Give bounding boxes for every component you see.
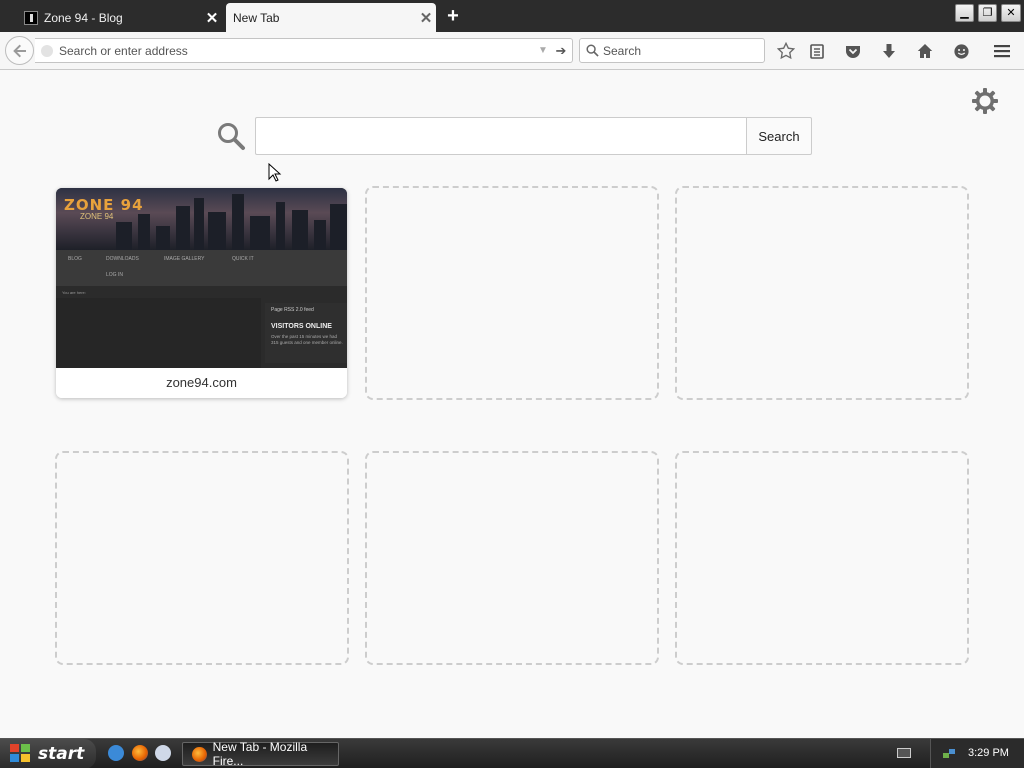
thumbnail-banner: ZONE 94 ZONE 94 xyxy=(56,188,347,250)
quicklaunch-ie-icon[interactable] xyxy=(108,745,124,761)
taskbar-window-label: New Tab - Mozilla Fire... xyxy=(212,740,308,768)
newtab-search-input[interactable] xyxy=(255,117,747,155)
thumbnail-sidebar: Page RSS 2.0 feed VISITORS ONLINE Over t… xyxy=(265,303,347,363)
top-site-tile-zone94[interactable]: ZONE 94 ZONE 94 BLOG DOWNLOADS IMAGE GAL… xyxy=(56,188,347,398)
thumbnail-sidebar-text: Over the past 15 minutes we had 315 gues… xyxy=(271,334,343,345)
thumbnail-nav-item: LOG IN xyxy=(106,272,123,278)
thumbnail-nav-item: BLOG xyxy=(68,256,82,262)
site-identity-icon[interactable] xyxy=(41,44,53,57)
zone94-favicon-icon xyxy=(24,10,38,25)
history-dropdown-icon[interactable]: ▼ xyxy=(536,45,550,56)
empty-tile-placeholder xyxy=(55,451,349,665)
tab-label: New Tab xyxy=(233,10,280,25)
site-thumbnail: ZONE 94 ZONE 94 BLOG DOWNLOADS IMAGE GAL… xyxy=(56,188,347,368)
quicklaunch-firefox-icon[interactable] xyxy=(132,745,148,761)
quicklaunch-media-player-icon[interactable] xyxy=(155,745,171,761)
restore-window-button[interactable]: ❐ xyxy=(978,4,997,22)
close-window-button[interactable]: ✕ xyxy=(1001,4,1021,22)
open-menu-hamburger-icon[interactable] xyxy=(991,40,1013,62)
thumbnail-sidebar-title: VISITORS ONLINE xyxy=(271,323,332,330)
newtab-settings-gear-icon[interactable] xyxy=(970,86,1000,116)
tab-zone94-blog[interactable]: Zone 94 - Blog ✕ xyxy=(14,3,222,32)
downloads-arrow-icon[interactable] xyxy=(878,40,900,62)
back-arrow-icon xyxy=(13,44,26,58)
empty-tile-placeholder xyxy=(365,451,659,665)
empty-tile-placeholder xyxy=(365,186,659,400)
home-icon[interactable] xyxy=(914,40,936,62)
thumbnail-breadcrumb: You are here: xyxy=(62,290,86,295)
close-tab-icon[interactable]: ✕ xyxy=(416,9,436,27)
windows-logo-icon xyxy=(10,744,32,764)
bookmarks-menu-icon[interactable] xyxy=(806,40,828,62)
thumbnail-nav-item: QUICK IT xyxy=(232,256,254,262)
tab-strip: Zone 94 - Blog ✕ New Tab ✕ + ▁ ❐ ✕ xyxy=(0,0,1024,32)
go-arrow-icon[interactable]: ➔ xyxy=(550,43,572,59)
navigation-toolbar: ▼ ➔ xyxy=(0,32,1024,70)
thumbnail-logo-subtext: ZONE 94 xyxy=(80,212,114,221)
keyboard-language-icon[interactable] xyxy=(897,748,911,758)
mouse-cursor-icon xyxy=(268,163,282,182)
thumbnail-body xyxy=(56,298,261,368)
thumbnail-feed-text: Page RSS 2.0 feed xyxy=(271,307,314,313)
taskbar-firefox-window-button[interactable]: New Tab - Mozilla Fire... xyxy=(182,740,339,768)
close-tab-icon[interactable]: ✕ xyxy=(202,9,222,27)
system-clock: 3:29 PM xyxy=(968,747,1009,759)
start-button[interactable]: start xyxy=(0,739,96,768)
start-label: start xyxy=(38,744,85,764)
new-tab-plus-icon[interactable]: + xyxy=(444,6,462,26)
newtab-magnifier-icon xyxy=(216,121,246,156)
newtab-search-button[interactable]: Search xyxy=(746,117,812,155)
thumbnail-nav-item: DOWNLOADS xyxy=(106,256,139,262)
address-input[interactable] xyxy=(59,43,536,58)
search-bar[interactable] xyxy=(579,38,765,63)
thumbnail-nav: BLOG DOWNLOADS IMAGE GALLERY QUICK IT LO… xyxy=(56,250,347,286)
hello-chat-icon[interactable] xyxy=(950,40,972,62)
network-tray-icon[interactable] xyxy=(942,747,956,761)
tab-new-tab[interactable]: New Tab ✕ xyxy=(226,3,436,32)
empty-tile-placeholder xyxy=(675,451,969,665)
thumbnail-nav-item: IMAGE GALLERY xyxy=(164,256,205,262)
search-input[interactable] xyxy=(603,43,764,58)
tile-title: zone94.com xyxy=(56,368,347,398)
back-button[interactable] xyxy=(5,36,34,65)
minimize-window-button[interactable]: ▁ xyxy=(955,4,974,22)
empty-tile-placeholder xyxy=(675,186,969,400)
address-bar[interactable]: ▼ ➔ xyxy=(35,38,573,63)
bookmark-star-icon[interactable] xyxy=(775,40,797,62)
firefox-icon xyxy=(192,746,207,762)
windows-taskbar: start New Tab - Mozilla Fire... 3:29 PM xyxy=(0,738,1024,768)
pocket-icon[interactable] xyxy=(842,40,864,62)
magnifier-icon xyxy=(586,44,599,57)
tab-label: Zone 94 - Blog xyxy=(44,10,123,25)
